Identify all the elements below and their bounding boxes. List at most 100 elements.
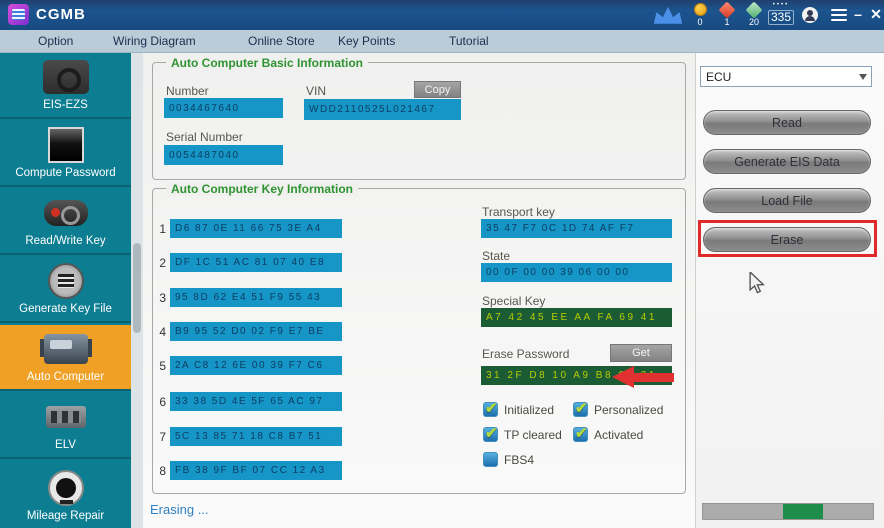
sidebar-item-label: Read/Write Key (25, 235, 106, 247)
credits-count: 335 (767, 10, 795, 25)
transport-key-field[interactable]: 35 47 F7 0C 1D 74 AF F7 (481, 219, 672, 238)
menu-item-option[interactable]: Option (38, 34, 73, 48)
key-row-field-2[interactable]: DF 1C 51 AC 81 07 40 E8 (170, 253, 342, 272)
crown-icon (652, 7, 684, 30)
key-row-index: 5 (159, 359, 166, 373)
key-row-index: 8 (159, 464, 166, 478)
status-text: Erasing ... (150, 502, 209, 517)
key-row-field-3[interactable]: 95 8D 62 E4 51 F9 55 43 (170, 288, 342, 307)
menu-item-tutorial[interactable]: Tutorial (449, 34, 489, 48)
coin-stat: 0 (687, 3, 713, 27)
state-label: State (482, 249, 511, 263)
sidebar-item-read-write-key[interactable]: Read/Write Key (0, 189, 131, 255)
sidebar-item-eis-ezs[interactable]: EIS-EZS (0, 53, 131, 119)
mouse-cursor (748, 270, 766, 299)
sidebar-item-mileage-repair[interactable]: Mileage Repair (0, 461, 131, 528)
coin-icon (693, 3, 707, 16)
menu-item-online-store[interactable]: Online Store (248, 34, 315, 48)
password-box-icon (47, 127, 84, 163)
personalized-label: Personalized (594, 403, 664, 417)
sidebar-item-label: ELV (55, 439, 76, 451)
menu-icon[interactable] (831, 9, 847, 24)
app-logo-glyph (12, 9, 25, 20)
key-row-index: 7 (159, 430, 166, 444)
key-file-icon (47, 263, 84, 299)
arrow-tail (634, 372, 674, 382)
app-window: CGMB 0 1 20 •••• 335 – ✕ Option Wiring D… (0, 0, 884, 528)
vin-field[interactable]: WDD2110525L021467 (304, 99, 461, 120)
coin-count: 0 (697, 17, 703, 27)
key-row-field-4[interactable]: B9 95 52 D0 02 F9 E7 BE (170, 322, 342, 341)
key-row-index: 2 (159, 256, 166, 270)
special-key-field[interactable]: A7 42 45 EE AA FA 69 41 (481, 308, 672, 327)
elv-lock-icon (45, 399, 86, 435)
key-row-field-8[interactable]: FB 38 9F BF 07 CC 12 A3 (170, 461, 342, 480)
fbs4-label: FBS4 (504, 453, 535, 467)
key-row-field-5[interactable]: 2A C8 12 6E 00 39 F7 C6 (170, 356, 342, 375)
ecu-dropdown-value: ECU (706, 69, 732, 84)
number-field[interactable]: 0034467640 (164, 98, 283, 118)
initialized-checkbox[interactable] (483, 399, 498, 417)
sidebar-item-label: EIS-EZS (43, 99, 88, 111)
close-button[interactable]: ✕ (868, 6, 884, 23)
eis-device-icon (42, 59, 89, 95)
ecu-module-icon (39, 331, 88, 367)
red-gem-icon (718, 1, 736, 19)
erase-password-label: Erase Password (482, 347, 570, 361)
serial-number-field[interactable]: 0054487040 (164, 145, 283, 165)
red-gem-count: 1 (724, 17, 730, 27)
number-label: Number (166, 84, 209, 98)
avatar-body (805, 16, 815, 21)
copy-button[interactable]: Copy (414, 81, 461, 98)
app-title: CGMB (36, 6, 86, 23)
sidebar-scrollbar[interactable] (131, 53, 143, 528)
key-row-field-7[interactable]: 5C 13 85 71 18 C8 B7 51 (170, 427, 342, 446)
progress-bar-chunk (783, 504, 823, 519)
key-row-index: 6 (159, 395, 166, 409)
special-key-label: Special Key (482, 294, 546, 308)
sidebar-item-compute-password[interactable]: Compute Password (0, 121, 131, 187)
activated-checkbox[interactable] (573, 424, 588, 442)
key-row-field-6[interactable]: 33 38 5D 4E 5F 65 AC 97 (170, 392, 342, 411)
vin-label: VIN (306, 84, 327, 98)
transport-key-label: Transport key (482, 205, 555, 219)
sidebar-item-generate-key-file[interactable]: Generate Key File (0, 257, 131, 323)
minimize-button[interactable]: – (850, 6, 866, 22)
menu-item-wiring-diagram[interactable]: Wiring Diagram (113, 34, 196, 48)
green-gem-icon (745, 1, 763, 19)
initialized-label: Initialized (504, 403, 555, 417)
sidebar-item-elv[interactable]: ELV (0, 393, 131, 459)
user-avatar[interactable] (802, 7, 818, 23)
key-row-field-1[interactable]: D6 87 0E 11 66 75 3E A4 (170, 219, 342, 238)
ecu-dropdown[interactable]: ECU (700, 66, 872, 87)
key-info-title: Auto Computer Key Information (166, 182, 358, 196)
sidebar-item-auto-computer[interactable]: Auto Computer (0, 325, 131, 391)
fbs4-checkbox[interactable] (483, 452, 498, 467)
state-field[interactable]: 00 0F 00 00 39 06 00 00 (481, 263, 672, 282)
progress-bar (702, 503, 874, 520)
key-row-index: 1 (159, 222, 166, 236)
activated-label: Activated (594, 428, 644, 442)
red-gem-stat: 1 (714, 1, 740, 27)
get-button[interactable]: Get (610, 344, 672, 362)
personalized-checkbox[interactable] (573, 399, 588, 417)
menu-item-key-points[interactable]: Key Points (338, 34, 395, 48)
tp-cleared-checkbox[interactable] (483, 424, 498, 442)
titlebar: CGMB 0 1 20 •••• 335 – ✕ (0, 0, 884, 30)
serial-number-label: Serial Number (166, 130, 243, 144)
basic-info-title: Auto Computer Basic Information (166, 56, 369, 70)
load-file-button[interactable]: Load File (703, 188, 871, 213)
chevron-down-icon (859, 74, 867, 80)
read-button[interactable]: Read (703, 110, 871, 135)
sidebar: EIS-EZS Compute Password Read/Write Key … (0, 53, 143, 528)
key-row-index: 4 (159, 325, 166, 339)
key-fob-icon (43, 195, 88, 231)
sidebar-item-label: Compute Password (15, 167, 116, 179)
menubar: Option Wiring Diagram Online Store Key P… (0, 30, 884, 53)
tp-cleared-label: TP cleared (504, 428, 562, 442)
sidebar-item-label: Generate Key File (19, 303, 112, 315)
sidebar-item-label: Auto Computer (26, 371, 105, 383)
generate-eis-data-button[interactable]: Generate EIS Data (703, 149, 871, 174)
sidebar-scrollbar-thumb[interactable] (133, 243, 141, 333)
key-row-index: 3 (159, 291, 166, 305)
